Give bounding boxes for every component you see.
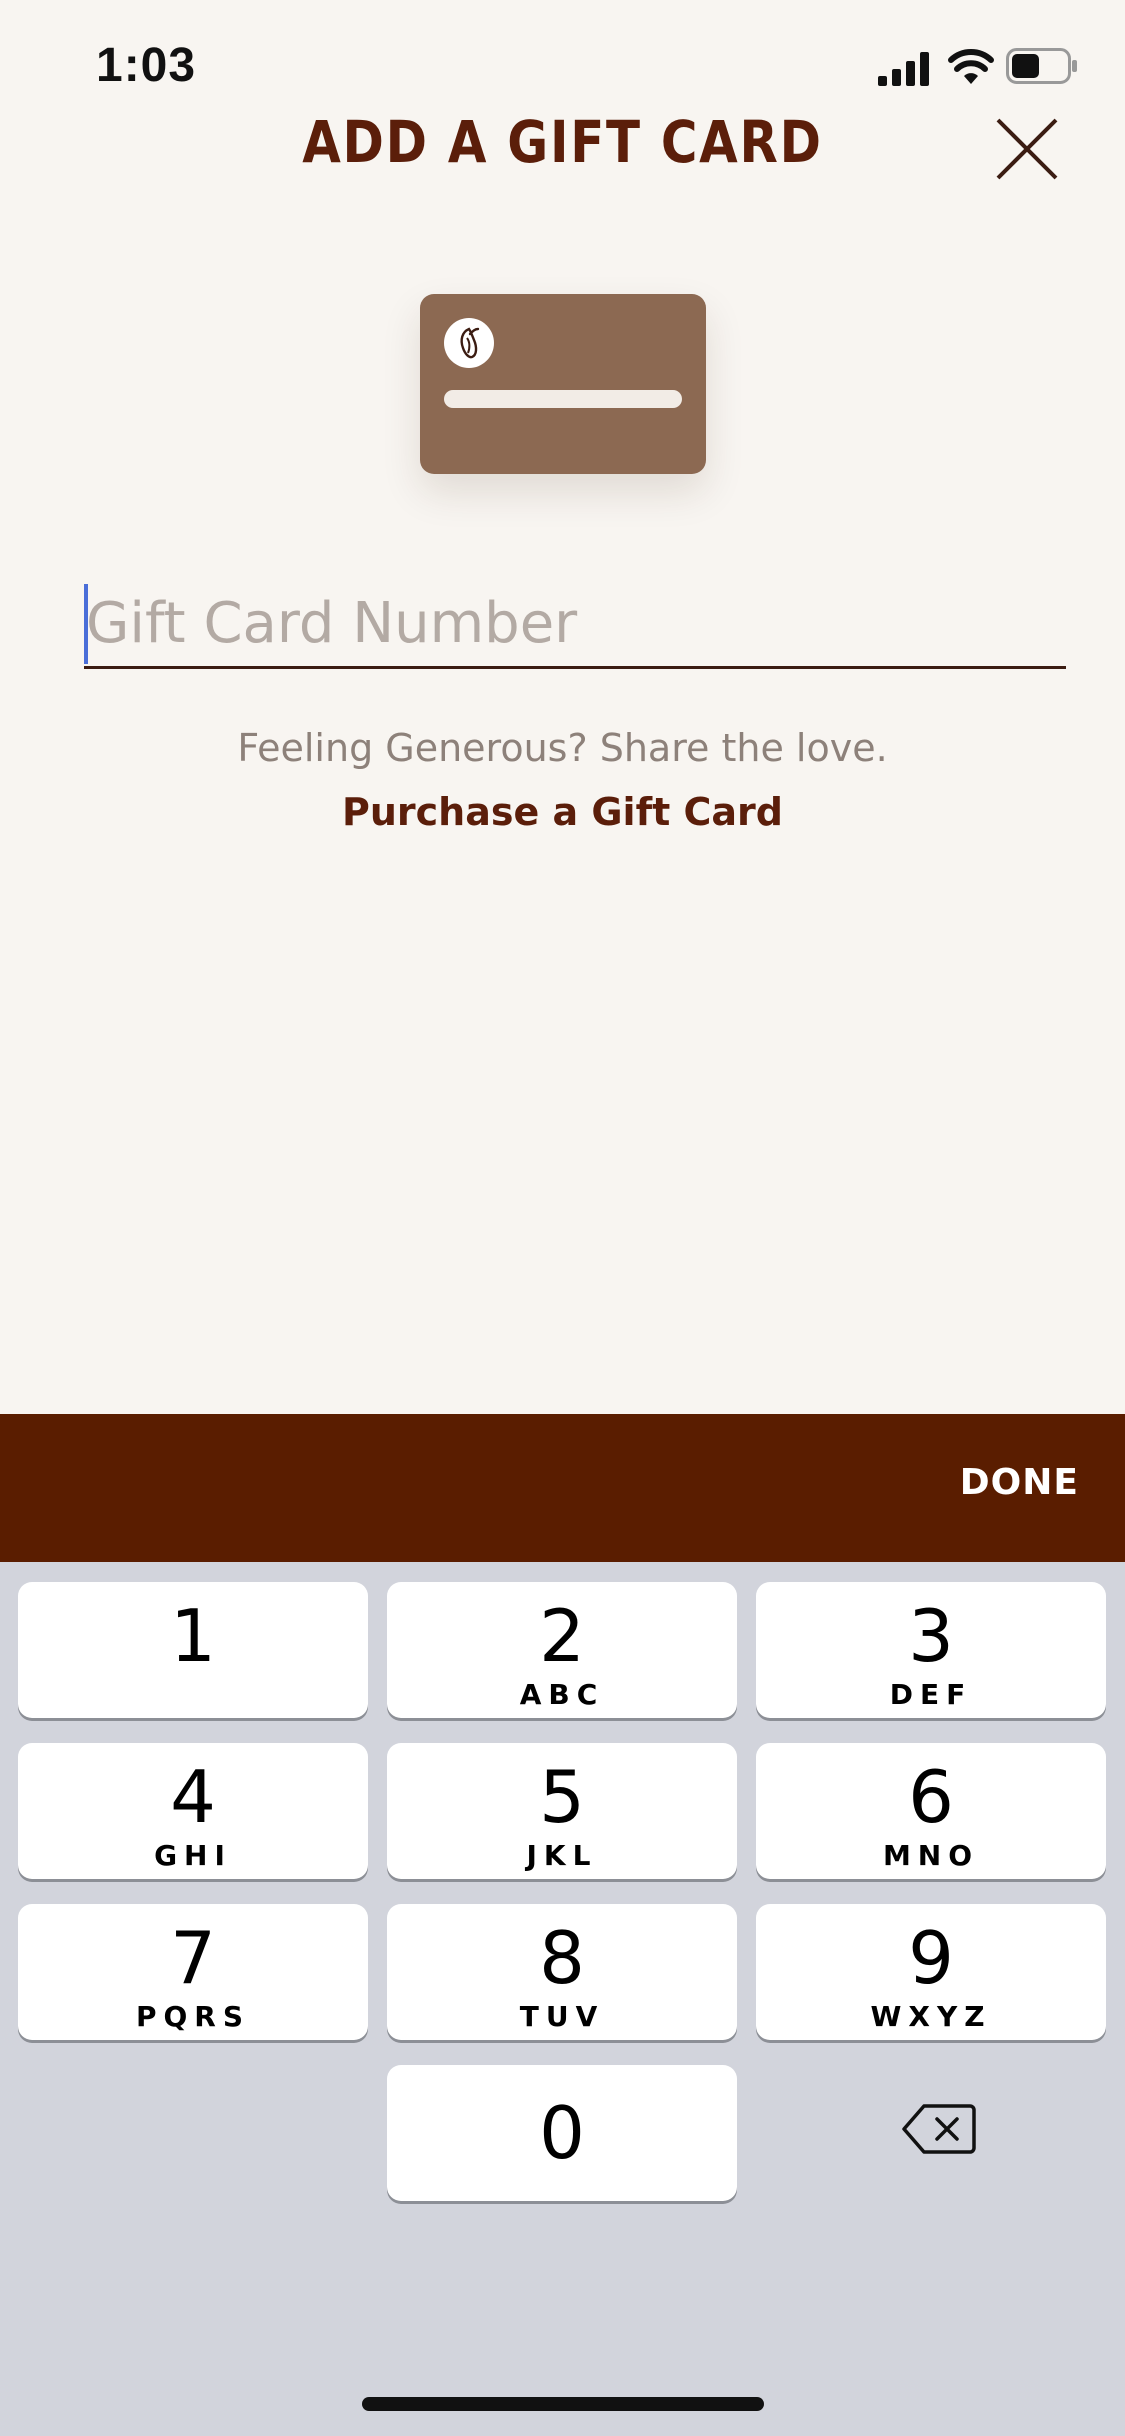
key-3[interactable]: 3 DEF xyxy=(756,1582,1106,1718)
purchase-gift-card-link[interactable]: Purchase a Gift Card xyxy=(0,790,1125,834)
battery-icon xyxy=(1006,48,1077,84)
cellular-signal-icon xyxy=(878,52,929,86)
input-underline xyxy=(84,666,1066,669)
key-digit: 4 xyxy=(170,1755,216,1839)
key-letters: GHI xyxy=(154,1839,232,1872)
home-indicator xyxy=(362,2397,764,2411)
close-icon xyxy=(996,118,1058,180)
key-5[interactable]: 5 JKL xyxy=(387,1743,737,1879)
key-digit: 8 xyxy=(539,1916,585,2000)
key-letters: ABC xyxy=(519,1678,605,1711)
gift-card-number-input[interactable] xyxy=(84,580,1068,666)
key-letters: MNO xyxy=(882,1839,980,1872)
key-9[interactable]: 9 WXYZ xyxy=(756,1904,1106,2040)
key-digit: 2 xyxy=(539,1594,585,1678)
key-0[interactable]: 0 xyxy=(387,2065,737,2201)
key-digit: 6 xyxy=(908,1755,954,1839)
page-title: ADD A GIFT CARD xyxy=(302,108,823,176)
status-time: 1:03 xyxy=(96,39,197,92)
key-4[interactable]: 4 GHI xyxy=(18,1743,368,1879)
keyboard-accessory-bar: DONE xyxy=(0,1414,1125,1562)
key-2[interactable]: 2 ABC xyxy=(387,1582,737,1718)
gift-card-illustration xyxy=(420,294,706,474)
key-6[interactable]: 6 MNO xyxy=(756,1743,1106,1879)
gift-card-field[interactable] xyxy=(84,580,1068,669)
key-8[interactable]: 8 TUV xyxy=(387,1904,737,2040)
delete-key[interactable] xyxy=(902,2103,976,2155)
key-digit: 9 xyxy=(908,1916,954,2000)
key-letters: DEF xyxy=(889,1678,973,1711)
text-cursor xyxy=(84,584,88,664)
backspace-icon xyxy=(902,2104,976,2154)
close-button[interactable] xyxy=(992,114,1062,184)
key-digit: 0 xyxy=(539,2091,585,2175)
key-letters: PQRS xyxy=(135,2000,251,2033)
wifi-icon xyxy=(948,49,994,84)
key-letters: TUV xyxy=(519,2000,605,2033)
number-keypad: 1 2 ABC 3 DEF 4 GHI 5 JKL 6 MNO 7 PQRS 8… xyxy=(0,1562,1125,2436)
key-7[interactable]: 7 PQRS xyxy=(18,1904,368,2040)
key-digit: 1 xyxy=(170,1594,216,1678)
key-letters: JKL xyxy=(526,1839,598,1872)
key-digit: 7 xyxy=(170,1916,216,2000)
key-1[interactable]: 1 xyxy=(18,1582,368,1718)
key-digit: 5 xyxy=(539,1755,585,1839)
share-tagline: Feeling Generous? Share the love. xyxy=(237,726,888,770)
card-stripe xyxy=(444,390,682,408)
chili-pepper-logo-icon xyxy=(444,318,494,368)
done-button[interactable]: DONE xyxy=(960,1462,1079,1503)
key-letters: WXYZ xyxy=(870,2000,992,2033)
key-digit: 3 xyxy=(908,1594,954,1678)
